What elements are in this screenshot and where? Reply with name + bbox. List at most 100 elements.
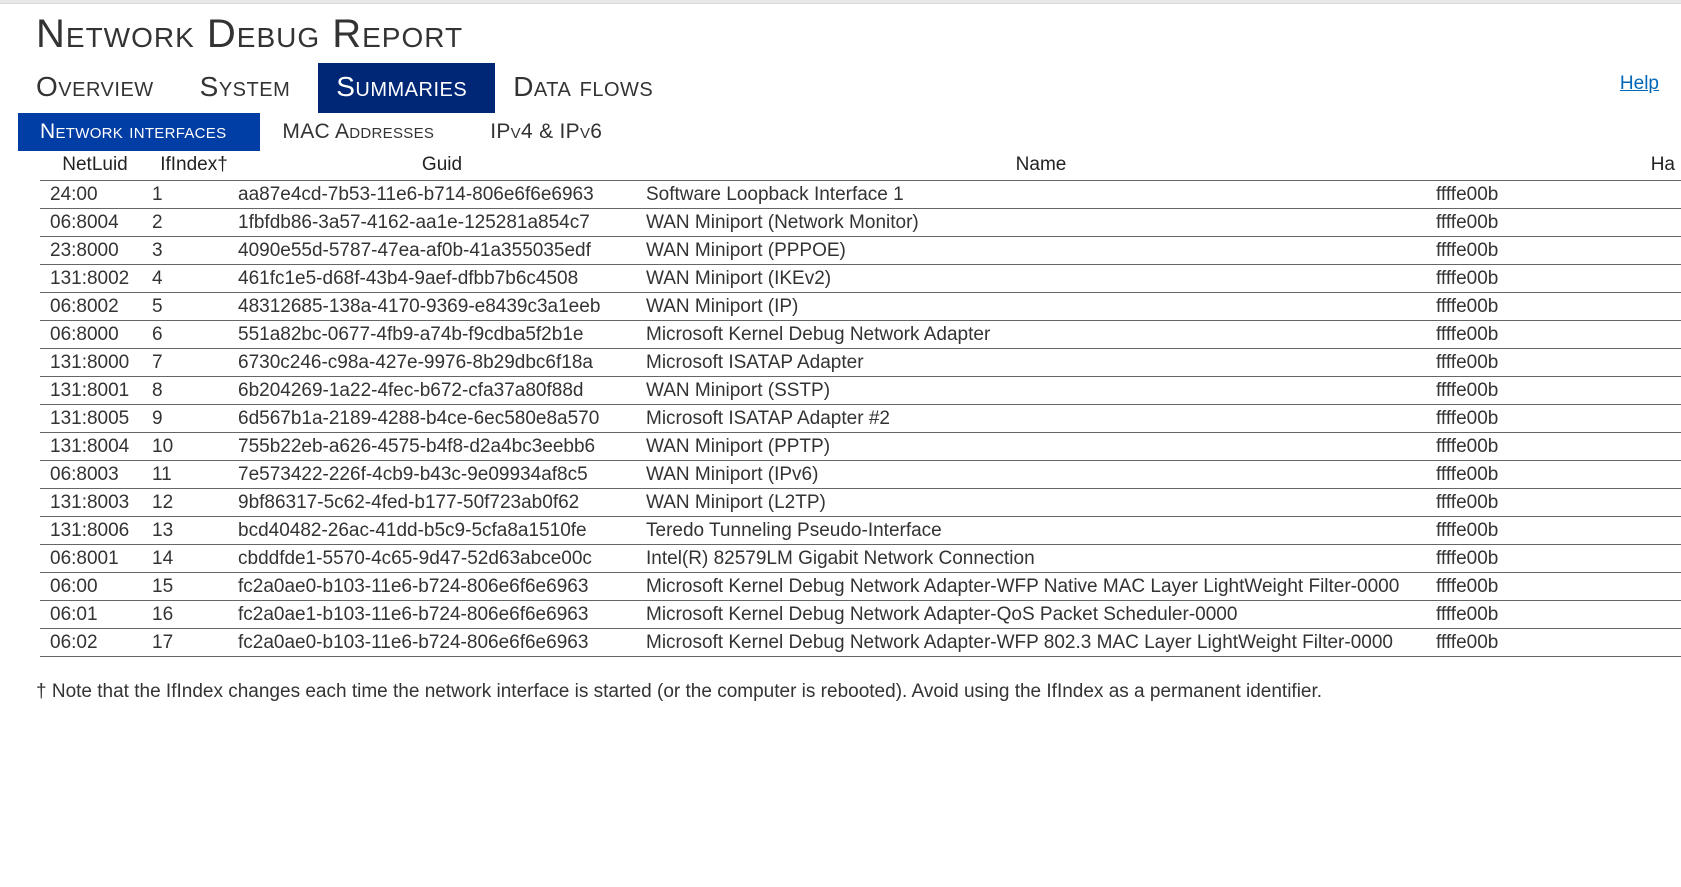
cell-guid: fc2a0ae0-b103-11e6-b724-806e6f6e6963	[238, 629, 646, 657]
cell-ha: ffffe00b	[1436, 545, 1681, 573]
cell-netluid: 23:8000	[40, 237, 150, 265]
cell-netluid: 06:8002	[40, 293, 150, 321]
col-ifindex[interactable]: IfIndex†	[150, 151, 238, 181]
cell-guid: fc2a0ae1-b103-11e6-b724-806e6f6e6963	[238, 601, 646, 629]
cell-ifindex: 16	[150, 601, 238, 629]
cell-ha: ffffe00b	[1436, 573, 1681, 601]
cell-name: Microsoft Kernel Debug Network Adapter-W…	[646, 573, 1436, 601]
cell-netluid: 131:8000	[40, 349, 150, 377]
cell-name: Intel(R) 82579LM Gigabit Network Connect…	[646, 545, 1436, 573]
cell-ifindex: 5	[150, 293, 238, 321]
table-row[interactable]: 24:001aa87e4cd-7b53-11e6-b714-806e6f6e69…	[40, 181, 1681, 209]
table-row[interactable]: 131:80024461fc1e5-d68f-43b4-9aef-dfbb7b6…	[40, 265, 1681, 293]
cell-ha: ffffe00b	[1436, 461, 1681, 489]
cell-ifindex: 4	[150, 265, 238, 293]
cell-netluid: 06:00	[40, 573, 150, 601]
cell-netluid: 06:8001	[40, 545, 150, 573]
table-row[interactable]: 06:0015fc2a0ae0-b103-11e6-b724-806e6f6e6…	[40, 573, 1681, 601]
col-guid[interactable]: Guid	[238, 151, 646, 181]
table-header-row: NetLuid IfIndex† Guid Name Ha	[40, 151, 1681, 181]
cell-ha: ffffe00b	[1436, 321, 1681, 349]
table-row[interactable]: 131:800186b204269-1a22-4fec-b672-cfa37a8…	[40, 377, 1681, 405]
cell-ifindex: 8	[150, 377, 238, 405]
tab-summaries[interactable]: Summaries	[318, 63, 495, 113]
cell-guid: cbddfde1-5570-4c65-9d47-52d63abce00c	[238, 545, 646, 573]
cell-guid: 755b22eb-a626-4575-b4f8-d2a4bc3eebb6	[238, 433, 646, 461]
cell-ifindex: 12	[150, 489, 238, 517]
cell-ifindex: 2	[150, 209, 238, 237]
cell-netluid: 06:8000	[40, 321, 150, 349]
cell-ha: ffffe00b	[1436, 209, 1681, 237]
cell-name: WAN Miniport (PPPOE)	[646, 237, 1436, 265]
table-row[interactable]: 06:8003117e573422-226f-4cb9-b43c-9e09934…	[40, 461, 1681, 489]
help-link[interactable]: Help	[1620, 73, 1659, 95]
cell-ifindex: 17	[150, 629, 238, 657]
tabs-primary: Overview System Summaries Data flows Hel…	[0, 63, 1681, 113]
table-row[interactable]: 06:0217fc2a0ae0-b103-11e6-b724-806e6f6e6…	[40, 629, 1681, 657]
cell-name: WAN Miniport (PPTP)	[646, 433, 1436, 461]
col-name[interactable]: Name	[646, 151, 1436, 181]
tab-overview[interactable]: Overview	[18, 63, 182, 113]
footnote: † Note that the IfIndex changes each tim…	[0, 657, 1681, 703]
cell-ha: ffffe00b	[1436, 433, 1681, 461]
cell-name: Teredo Tunneling Pseudo-Interface	[646, 517, 1436, 545]
cell-netluid: 131:8001	[40, 377, 150, 405]
table-wrap: NetLuid IfIndex† Guid Name Ha 24:001aa87…	[0, 151, 1681, 657]
page-title: Network Debug Report	[0, 4, 1681, 63]
table-row[interactable]: 131:800596d567b1a-2189-4288-b4ce-6ec580e…	[40, 405, 1681, 433]
cell-ifindex: 7	[150, 349, 238, 377]
cell-netluid: 06:8004	[40, 209, 150, 237]
cell-ifindex: 13	[150, 517, 238, 545]
cell-guid: 6d567b1a-2189-4288-b4ce-6ec580e8a570	[238, 405, 646, 433]
cell-netluid: 24:00	[40, 181, 150, 209]
cell-name: Software Loopback Interface 1	[646, 181, 1436, 209]
cell-name: Microsoft ISATAP Adapter	[646, 349, 1436, 377]
cell-netluid: 131:8006	[40, 517, 150, 545]
cell-guid: aa87e4cd-7b53-11e6-b714-806e6f6e6963	[238, 181, 646, 209]
network-interfaces-table: NetLuid IfIndex† Guid Name Ha 24:001aa87…	[40, 151, 1681, 657]
cell-guid: 4090e55d-5787-47ea-af0b-41a355035edf	[238, 237, 646, 265]
cell-name: Microsoft ISATAP Adapter #2	[646, 405, 1436, 433]
table-row[interactable]: 06:8002548312685-138a-4170-9369-e8439c3a…	[40, 293, 1681, 321]
table-row[interactable]: 131:800410755b22eb-a626-4575-b4f8-d2a4bc…	[40, 433, 1681, 461]
cell-ha: ffffe00b	[1436, 405, 1681, 433]
table-row[interactable]: 131:8003129bf86317-5c62-4fed-b177-50f723…	[40, 489, 1681, 517]
table-row[interactable]: 23:800034090e55d-5787-47ea-af0b-41a35503…	[40, 237, 1681, 265]
cell-name: Microsoft Kernel Debug Network Adapter-W…	[646, 629, 1436, 657]
cell-netluid: 06:01	[40, 601, 150, 629]
table-body: 24:001aa87e4cd-7b53-11e6-b714-806e6f6e69…	[40, 181, 1681, 657]
cell-guid: 7e573422-226f-4cb9-b43c-9e09934af8c5	[238, 461, 646, 489]
subtab-network-interfaces[interactable]: Network interfaces	[18, 113, 260, 151]
col-netluid[interactable]: NetLuid	[40, 151, 150, 181]
col-ha[interactable]: Ha	[1436, 151, 1681, 181]
cell-ha: ffffe00b	[1436, 601, 1681, 629]
cell-name: WAN Miniport (IPv6)	[646, 461, 1436, 489]
cell-name: WAN Miniport (IKEv2)	[646, 265, 1436, 293]
cell-guid: 9bf86317-5c62-4fed-b177-50f723ab0f62	[238, 489, 646, 517]
tab-dataflows[interactable]: Data flows	[495, 63, 681, 113]
table-row[interactable]: 06:800114cbddfde1-5570-4c65-9d47-52d63ab…	[40, 545, 1681, 573]
cell-ha: ffffe00b	[1436, 265, 1681, 293]
cell-ifindex: 9	[150, 405, 238, 433]
subtab-mac-addresses[interactable]: MAC Addresses	[260, 113, 468, 151]
cell-name: Microsoft Kernel Debug Network Adapter	[646, 321, 1436, 349]
cell-ha: ffffe00b	[1436, 237, 1681, 265]
cell-ha: ffffe00b	[1436, 377, 1681, 405]
cell-guid: 461fc1e5-d68f-43b4-9aef-dfbb7b6c4508	[238, 265, 646, 293]
cell-guid: 48312685-138a-4170-9369-e8439c3a1eeb	[238, 293, 646, 321]
cell-ifindex: 6	[150, 321, 238, 349]
cell-ifindex: 10	[150, 433, 238, 461]
cell-netluid: 131:8002	[40, 265, 150, 293]
cell-ifindex: 1	[150, 181, 238, 209]
cell-ha: ffffe00b	[1436, 489, 1681, 517]
tab-system[interactable]: System	[182, 63, 319, 113]
table-row[interactable]: 06:800421fbfdb86-3a57-4162-aa1e-125281a8…	[40, 209, 1681, 237]
table-row[interactable]: 131:800613bcd40482-26ac-41dd-b5c9-5cfa8a…	[40, 517, 1681, 545]
table-row[interactable]: 06:80006551a82bc-0677-4fb9-a74b-f9cdba5f…	[40, 321, 1681, 349]
cell-netluid: 131:8005	[40, 405, 150, 433]
cell-name: WAN Miniport (SSTP)	[646, 377, 1436, 405]
table-row[interactable]: 06:0116fc2a0ae1-b103-11e6-b724-806e6f6e6…	[40, 601, 1681, 629]
table-row[interactable]: 131:800076730c246-c98a-427e-9976-8b29dbc…	[40, 349, 1681, 377]
tabs-secondary: Network interfaces MAC Addresses IPv4 & …	[0, 113, 1681, 151]
subtab-ipv4-ipv6[interactable]: IPv4 & IPv6	[468, 113, 636, 151]
